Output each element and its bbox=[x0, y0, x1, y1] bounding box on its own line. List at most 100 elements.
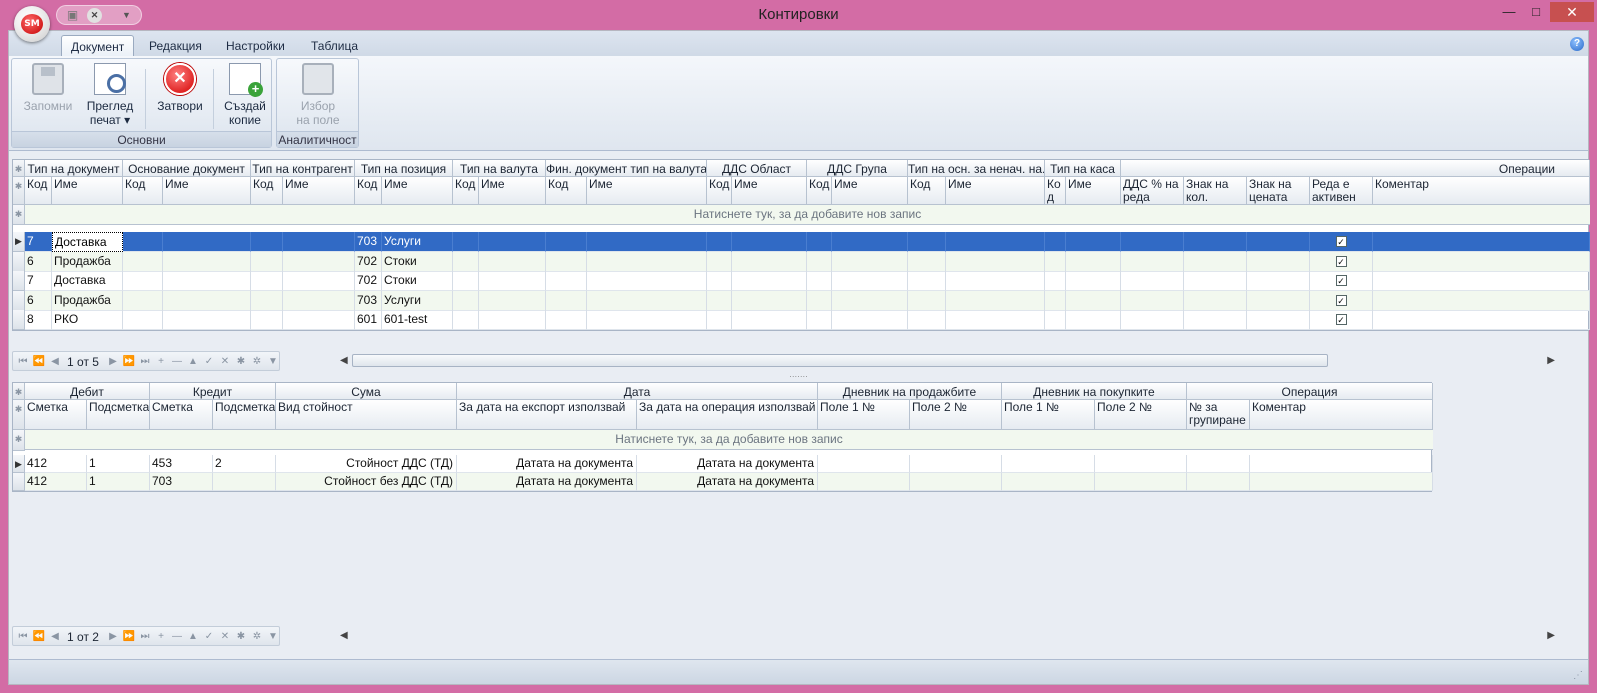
table-cell[interactable] bbox=[1247, 271, 1310, 291]
table-cell[interactable] bbox=[479, 291, 546, 311]
table-cell[interactable] bbox=[832, 232, 908, 252]
table-cell[interactable] bbox=[587, 310, 707, 330]
band-header[interactable]: Сума bbox=[276, 383, 457, 400]
table-cell[interactable] bbox=[587, 232, 707, 252]
table-cell[interactable]: ✓ bbox=[1310, 271, 1373, 291]
table-cell[interactable] bbox=[546, 291, 587, 311]
table-cell[interactable] bbox=[283, 291, 355, 311]
table-cell[interactable] bbox=[1184, 271, 1247, 291]
table-cell[interactable]: ✓ bbox=[1310, 310, 1373, 330]
table-cell[interactable] bbox=[123, 291, 163, 311]
table-cell[interactable] bbox=[453, 232, 479, 252]
table-cell[interactable]: 453 bbox=[150, 455, 213, 473]
table-cell[interactable]: 702 bbox=[355, 252, 382, 272]
table-cell[interactable] bbox=[908, 232, 946, 252]
table-cell[interactable]: 6 bbox=[25, 252, 52, 272]
insert-icon[interactable]: + bbox=[153, 629, 169, 645]
table-cell[interactable] bbox=[546, 232, 587, 252]
table-cell[interactable] bbox=[1121, 291, 1184, 311]
bookmark-icon[interactable]: ✲ bbox=[249, 629, 265, 645]
table-cell[interactable] bbox=[546, 252, 587, 272]
table-cell[interactable] bbox=[1184, 310, 1247, 330]
table-cell[interactable] bbox=[453, 310, 479, 330]
band-header[interactable]: Дебит bbox=[25, 383, 150, 400]
tab-edit[interactable]: Редакция bbox=[140, 35, 211, 57]
column-header[interactable]: Име bbox=[283, 177, 355, 205]
column-header[interactable]: Код bbox=[251, 177, 283, 205]
band-header[interactable]: ДДС Група bbox=[807, 160, 908, 177]
table-cell[interactable]: Услуги bbox=[382, 232, 453, 252]
table-cell[interactable] bbox=[587, 252, 707, 272]
table-cell[interactable] bbox=[1095, 455, 1187, 473]
table-cell[interactable] bbox=[807, 291, 832, 311]
table-cell[interactable]: РКО bbox=[52, 310, 123, 330]
table-cell[interactable] bbox=[1250, 473, 1433, 491]
band-header[interactable]: Тип на валута bbox=[453, 160, 546, 177]
table-cell[interactable]: 702 bbox=[355, 271, 382, 291]
table-cell[interactable] bbox=[1187, 455, 1250, 473]
first-record-icon[interactable]: ⏮ bbox=[15, 354, 31, 370]
table-cell[interactable] bbox=[807, 271, 832, 291]
table-cell[interactable] bbox=[1066, 252, 1121, 272]
band-header[interactable]: Дата bbox=[457, 383, 818, 400]
table-cell[interactable] bbox=[732, 252, 807, 272]
table-cell[interactable] bbox=[946, 271, 1045, 291]
table-cell[interactable] bbox=[1247, 310, 1310, 330]
table-cell[interactable] bbox=[123, 310, 163, 330]
table-cell[interactable] bbox=[908, 291, 946, 311]
band-header[interactable]: Тип на осн. за ненач. на... bbox=[908, 160, 1045, 177]
table-cell[interactable] bbox=[163, 271, 251, 291]
column-header[interactable]: Код bbox=[453, 177, 479, 205]
column-header[interactable]: Поле 1 № bbox=[818, 400, 910, 430]
column-header[interactable]: Код bbox=[546, 177, 587, 205]
post-icon[interactable]: ✓ bbox=[201, 629, 217, 645]
table-cell[interactable]: 412 bbox=[25, 455, 87, 473]
add-new-row[interactable]: Натиснете тук, за да добавите нов запис bbox=[25, 430, 1433, 450]
table-cell[interactable] bbox=[910, 455, 1002, 473]
application-menu-button[interactable]: SM bbox=[14, 6, 50, 42]
tab-table[interactable]: Таблица bbox=[302, 35, 367, 57]
prev-page-icon[interactable]: ⏪ bbox=[31, 629, 47, 645]
table-cell[interactable]: 8 bbox=[25, 310, 52, 330]
scroll-right-icon[interactable]: ▶ bbox=[1547, 628, 1555, 644]
table-cell[interactable] bbox=[251, 252, 283, 272]
help-icon[interactable]: ? bbox=[1570, 37, 1584, 51]
table-cell[interactable] bbox=[807, 232, 832, 252]
table-cell[interactable] bbox=[832, 310, 908, 330]
column-header[interactable]: Поле 2 № bbox=[1095, 400, 1187, 430]
table-cell[interactable] bbox=[283, 232, 355, 252]
active-checkbox[interactable]: ✓ bbox=[1335, 275, 1347, 287]
table-cell[interactable]: ✓ bbox=[1310, 291, 1373, 311]
column-header[interactable]: Коментар bbox=[1373, 177, 1590, 205]
table-cell[interactable] bbox=[707, 232, 732, 252]
filter-icon[interactable]: ▼ bbox=[265, 629, 281, 645]
table-cell[interactable] bbox=[1373, 310, 1590, 330]
column-header[interactable]: Знак на кол. bbox=[1184, 177, 1247, 205]
table-cell[interactable] bbox=[1045, 291, 1066, 311]
column-header[interactable]: Подсметка bbox=[87, 400, 150, 430]
column-header[interactable]: Подсметка bbox=[213, 400, 276, 430]
table-cell[interactable] bbox=[707, 271, 732, 291]
table-cell[interactable] bbox=[732, 271, 807, 291]
resize-grip-icon[interactable]: ⋰ bbox=[1573, 670, 1585, 682]
table-cell[interactable] bbox=[1002, 473, 1095, 491]
next-page-icon[interactable]: ⏩ bbox=[121, 629, 137, 645]
band-header[interactable]: Операция bbox=[1187, 383, 1433, 400]
table-cell[interactable] bbox=[1121, 252, 1184, 272]
table-cell[interactable] bbox=[251, 310, 283, 330]
table-cell[interactable] bbox=[163, 252, 251, 272]
table-cell[interactable]: Датата на документа bbox=[637, 455, 818, 473]
table-cell[interactable] bbox=[1373, 291, 1590, 311]
band-header[interactable]: Дневник на продажбите bbox=[818, 383, 1002, 400]
post-icon[interactable]: ✓ bbox=[201, 354, 217, 370]
cancel-icon[interactable]: ✕ bbox=[217, 354, 233, 370]
table-cell[interactable] bbox=[123, 252, 163, 272]
table-cell[interactable] bbox=[732, 291, 807, 311]
band-header[interactable]: Тип на каса bbox=[1045, 160, 1121, 177]
next-record-icon[interactable]: ▶ bbox=[105, 629, 121, 645]
table-cell[interactable] bbox=[1373, 252, 1590, 272]
table-cell[interactable] bbox=[213, 473, 276, 491]
table-cell[interactable] bbox=[251, 291, 283, 311]
band-header[interactable]: Тип на контрагент bbox=[251, 160, 355, 177]
table-cell[interactable] bbox=[1184, 252, 1247, 272]
